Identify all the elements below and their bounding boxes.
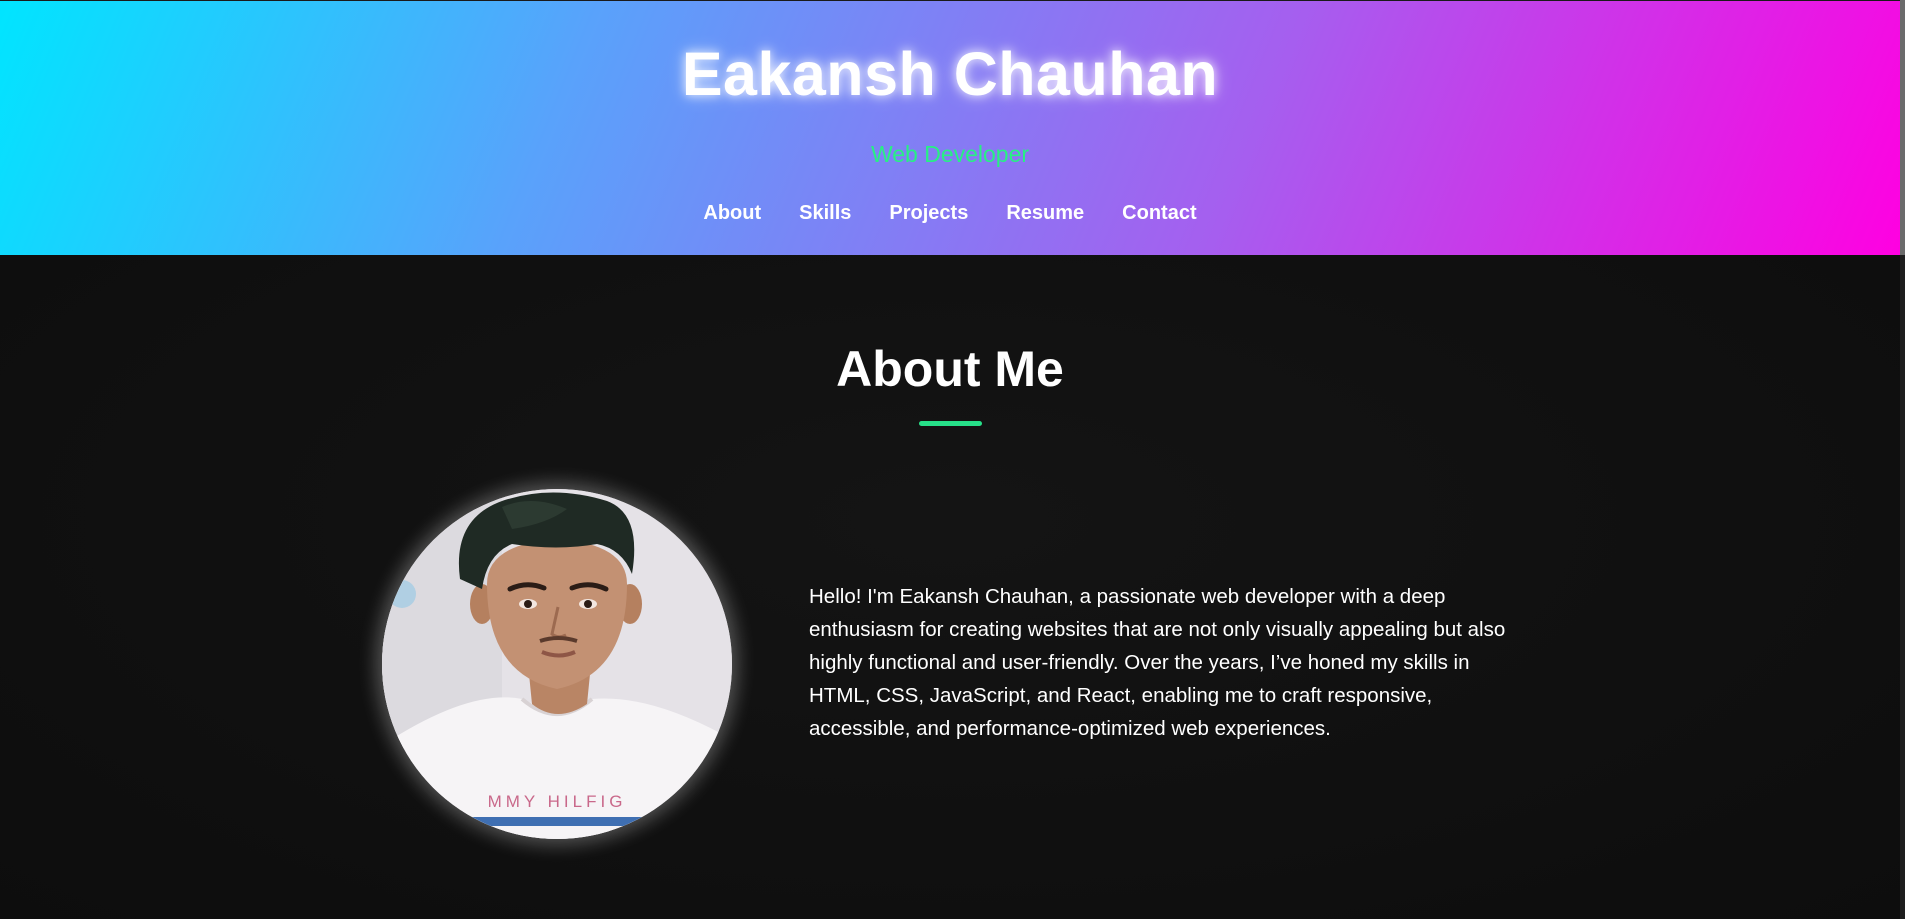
- main-nav: About Skills Projects Resume Contact: [0, 202, 1900, 225]
- site-subtitle: Web Developer: [870, 141, 1030, 167]
- nav-resume-link[interactable]: Resume: [1006, 202, 1084, 225]
- nav-about-link[interactable]: About: [703, 202, 761, 225]
- about-section: About Me MMY HILFIG Hello! I'm Eakansh C…: [0, 255, 1900, 919]
- about-heading: About Me: [836, 341, 1064, 397]
- nav-projects-link[interactable]: Projects: [889, 202, 968, 225]
- nav-skills-link[interactable]: Skills: [799, 202, 851, 225]
- site-header: Eakansh Chauhan Web Developer About Skil…: [0, 0, 1900, 255]
- profile-photo: MMY HILFIG: [382, 489, 732, 839]
- shirt-logo-text: MMY HILFIG: [488, 792, 627, 811]
- site-title: Eakansh Chauhan: [681, 40, 1219, 108]
- about-bio: Hello! I'm Eakansh Chauhan, a passionate…: [809, 585, 1506, 740]
- heading-underline: [919, 421, 982, 426]
- scrollbar-track[interactable]: [1900, 0, 1905, 919]
- nav-contact-link[interactable]: Contact: [1122, 202, 1196, 225]
- page: Eakansh Chauhan Web Developer About Skil…: [0, 0, 1905, 919]
- profile-photo-illustration: MMY HILFIG: [382, 489, 732, 839]
- scrollbar-thumb[interactable]: [1900, 0, 1905, 255]
